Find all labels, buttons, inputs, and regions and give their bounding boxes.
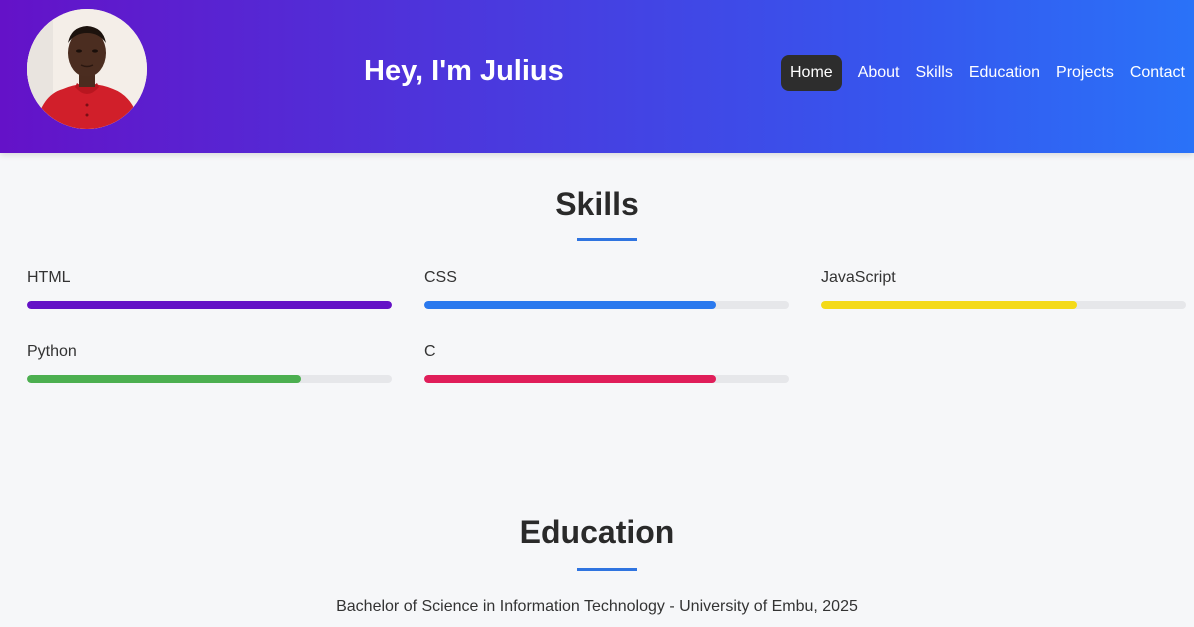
skill-progress-track — [27, 301, 392, 309]
nav-projects[interactable]: Projects — [1056, 64, 1114, 82]
avatar — [27, 9, 147, 129]
nav-home[interactable]: Home — [781, 54, 842, 91]
skill-name: Python — [27, 343, 77, 360]
nav-skills[interactable]: Skills — [916, 64, 953, 82]
page-title: Hey, I'm Julius — [364, 55, 564, 87]
skill-progress-track — [424, 301, 789, 309]
main-nav: Home About Skills Education Projects Con… — [781, 54, 1185, 91]
skill-javascript: JavaScript — [821, 269, 1186, 309]
skill-progress-fill — [27, 375, 301, 383]
nav-education[interactable]: Education — [969, 64, 1040, 82]
skill-progress-fill — [821, 301, 1077, 309]
skill-progress-track — [424, 375, 789, 383]
skill-progress-track — [27, 375, 392, 383]
nav-about[interactable]: About — [858, 64, 900, 82]
skill-html: HTML — [27, 269, 392, 309]
skill-name: HTML — [27, 269, 71, 286]
skill-progress-fill — [27, 301, 392, 309]
skills-heading: Skills — [555, 186, 639, 222]
skill-python: Python — [27, 343, 392, 383]
skill-progress-fill — [424, 375, 716, 383]
skill-c: C — [424, 343, 789, 383]
education-item: Bachelor of Science in Information Techn… — [336, 598, 858, 615]
skills-heading-underline — [577, 238, 637, 241]
skill-progress-fill — [424, 301, 716, 309]
education-heading-underline — [577, 568, 637, 571]
skill-name: C — [424, 343, 436, 360]
nav-contact[interactable]: Contact — [1130, 64, 1185, 82]
skill-name: JavaScript — [821, 269, 896, 286]
site-header: Hey, I'm Julius Home About Skills Educat… — [0, 0, 1194, 153]
skill-css: CSS — [424, 269, 789, 309]
skill-name: CSS — [424, 269, 457, 286]
skill-progress-track — [821, 301, 1186, 309]
education-heading: Education — [519, 514, 675, 550]
avatar-photo-icon — [27, 9, 147, 129]
